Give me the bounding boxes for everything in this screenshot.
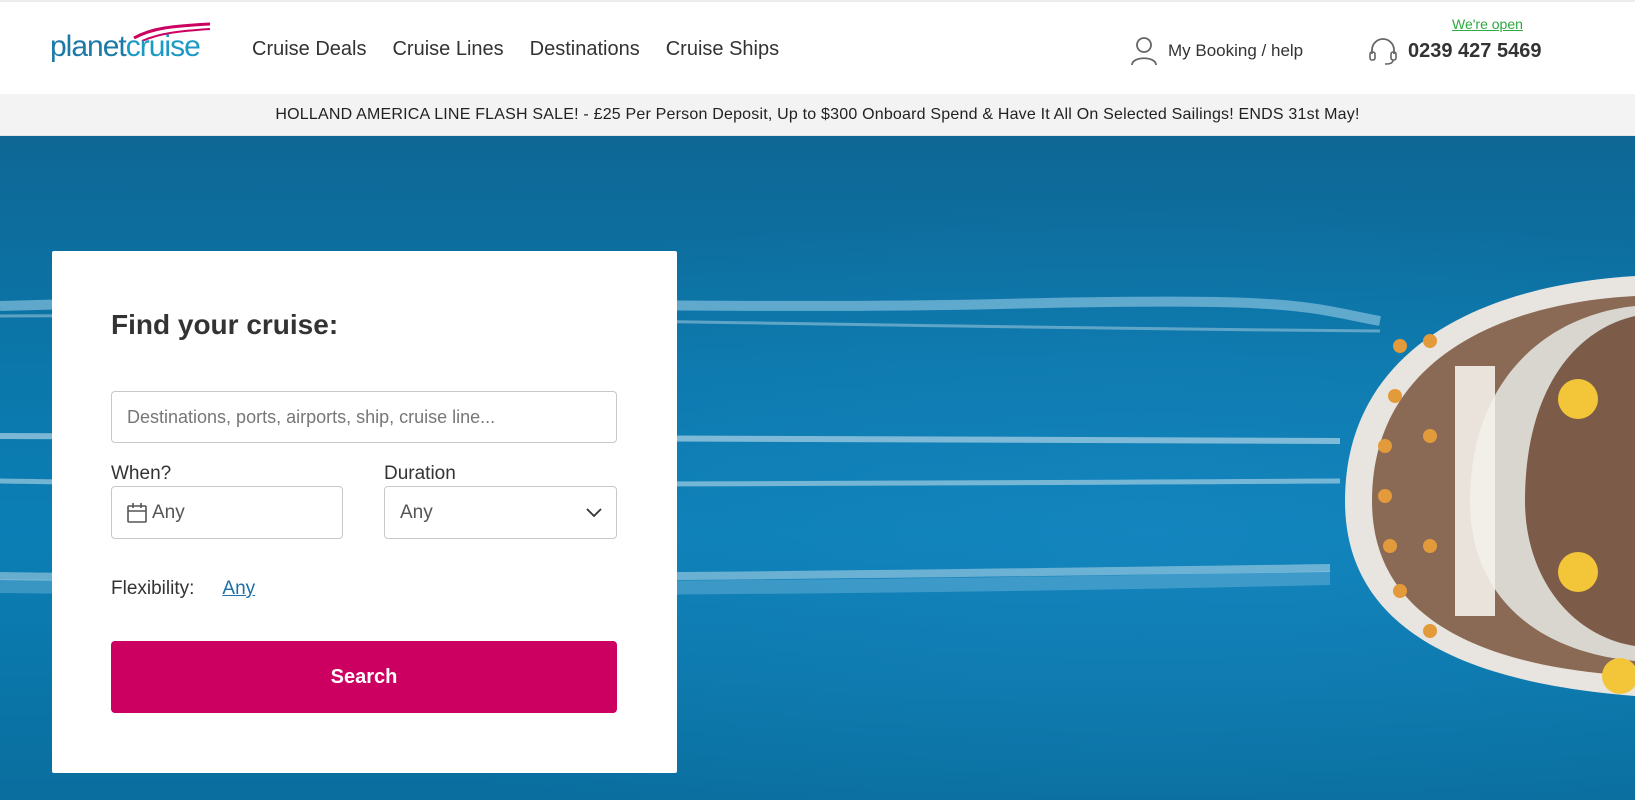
hero-banner: Find your cruise: When? Duration Any Any… [0, 136, 1635, 800]
duration-value: Any [400, 501, 433, 523]
flexibility-link[interactable]: Any [222, 578, 255, 600]
cruise-search-card: Find your cruise: When? Duration Any Any… [52, 251, 677, 773]
flexibility-label: Flexibility: [111, 578, 195, 599]
logo-text-planet: planet [50, 30, 127, 63]
headset-icon [1369, 38, 1397, 65]
calendar-icon [127, 502, 147, 523]
duration-select[interactable]: Any [384, 486, 617, 539]
my-booking-label: My Booking / help [1168, 41, 1304, 60]
phone-link[interactable]: 0239 427 5469 [1368, 36, 1541, 66]
nav-cruise-deals[interactable]: Cruise Deals [252, 38, 366, 61]
user-icon [1131, 37, 1157, 66]
when-label: When? [111, 463, 172, 484]
when-value: Any [152, 501, 185, 523]
promo-banner[interactable]: HOLLAND AMERICA LINE FLASH SALE! - £25 P… [0, 94, 1635, 136]
logo-wordmark: planetcruise [50, 30, 201, 64]
search-card-title: Find your cruise: [111, 309, 339, 340]
nav-cruise-lines[interactable]: Cruise Lines [392, 38, 503, 61]
logo-text-cruise: cruise [125, 30, 201, 63]
phone-number: 0239 427 5469 [1408, 39, 1542, 62]
when-date-field[interactable]: Any [111, 486, 343, 539]
main-nav: Cruise Deals Cruise Lines Destinations C… [252, 38, 805, 61]
search-button[interactable]: Search [111, 641, 617, 713]
flexibility-row: Flexibility: Any [111, 578, 255, 600]
planetcruise-logo[interactable]: planetcruise [50, 22, 211, 72]
chevron-down-icon [586, 507, 602, 517]
my-booking-link[interactable]: My Booking / help [1130, 36, 1303, 66]
site-header: planetcruise Cruise Deals Cruise Lines D… [0, 0, 1635, 94]
nav-destinations[interactable]: Destinations [530, 38, 640, 61]
duration-label: Duration [384, 463, 456, 484]
nav-cruise-ships[interactable]: Cruise Ships [666, 38, 779, 61]
promo-text: HOLLAND AMERICA LINE FLASH SALE! - £25 P… [275, 106, 1360, 123]
opening-hours-link[interactable]: We're open [1452, 16, 1523, 32]
search-input[interactable] [111, 391, 617, 443]
